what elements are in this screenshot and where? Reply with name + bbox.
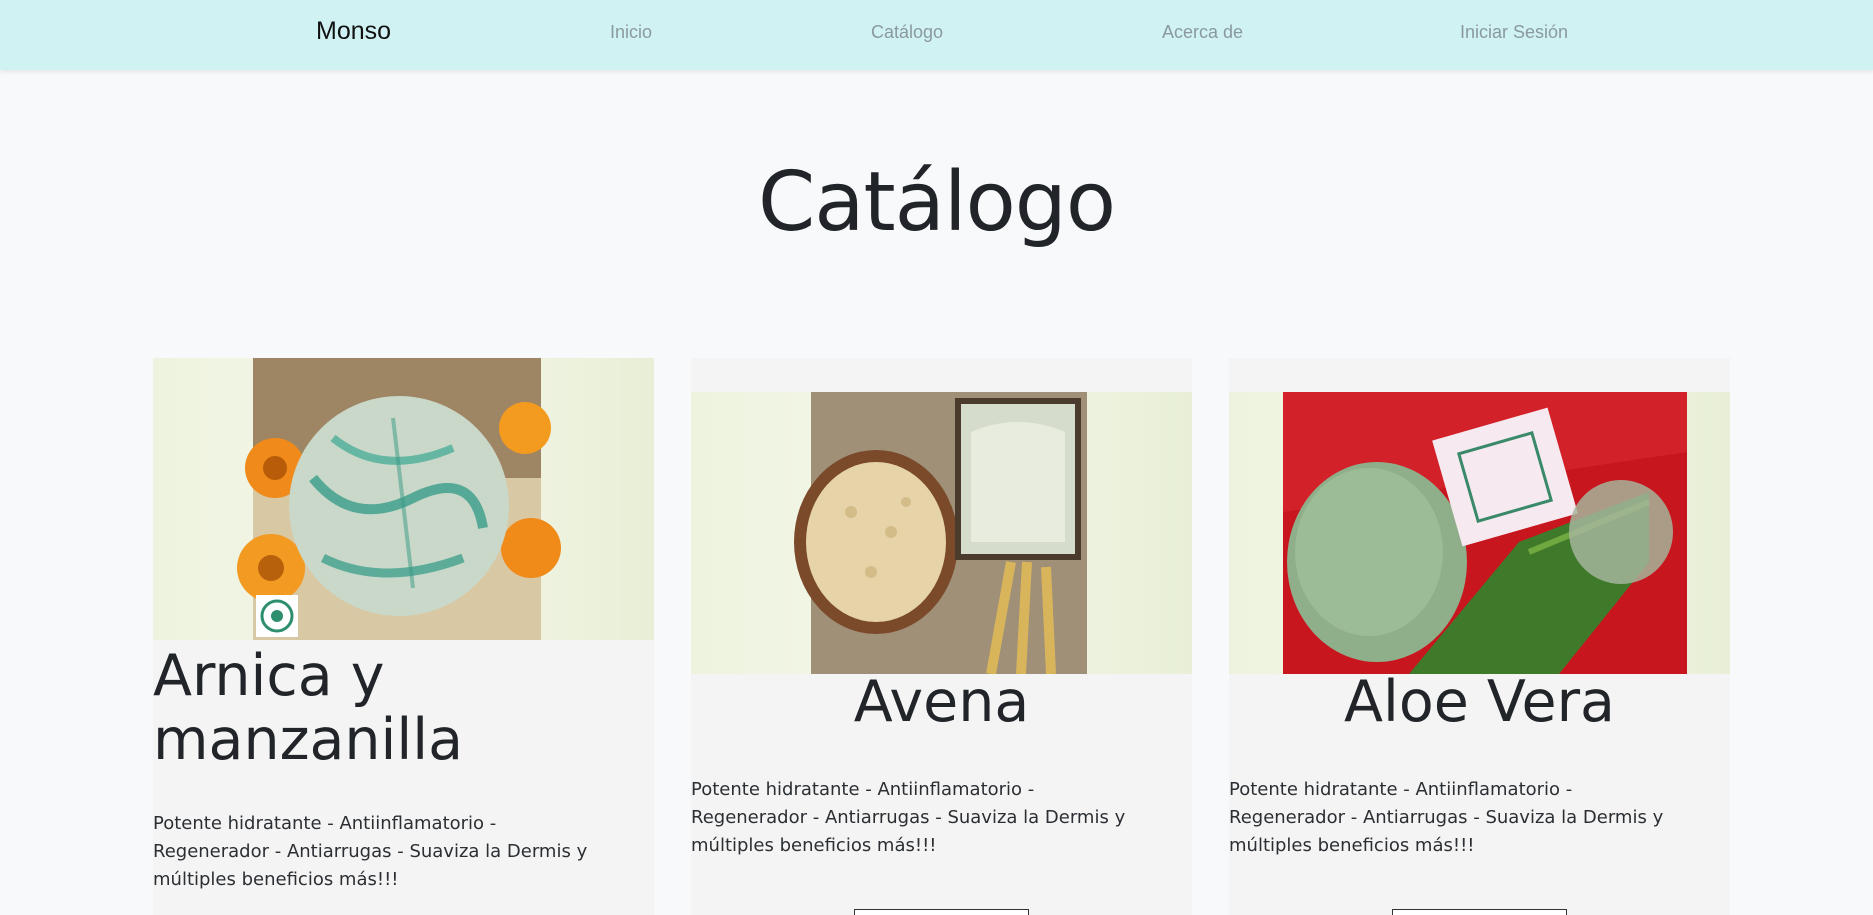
product-button-aloe-vera[interactable] [1392,909,1567,915]
product-description-aloe-vera: Potente hidratante - Antiinflamatorio - … [1229,779,1664,856]
nav-link-catalogo[interactable]: Catálogo [871,22,943,43]
product-name-aloe-vera: Aloe Vera [1344,669,1615,735]
product-image-aloe-vera [1229,392,1730,674]
navbar: Monso Inicio Catálogo Acerca de Iniciar … [0,0,1873,70]
product-button-avena[interactable] [854,909,1029,915]
product-description-avena: Potente hidratante - Antiinflamatorio - … [691,779,1126,856]
nav-link-iniciar-sesion[interactable]: Iniciar Sesión [1460,22,1568,43]
product-image-arnica [153,358,654,640]
product-card-arnica: Arnica y manzanilla Potente hidratante -… [153,358,654,915]
product-name-avena: Avena [853,669,1030,735]
product-name-arnica: Arnica y manzanilla [153,643,463,773]
product-card-avena: Avena Potente hidratante - Antiinflamato… [691,358,1192,915]
nav-link-acerca-de[interactable]: Acerca de [1162,22,1243,43]
product-image-avena [691,392,1192,674]
nav-link-inicio[interactable]: Inicio [610,22,652,43]
brand-logo[interactable]: Monso [316,17,391,46]
page-title: Catálogo [757,155,1116,250]
product-card-aloe-vera: Aloe Vera Potente hidratante - Antiinfla… [1229,358,1730,915]
product-description-arnica: Potente hidratante - Antiinflamatorio - … [153,813,588,890]
